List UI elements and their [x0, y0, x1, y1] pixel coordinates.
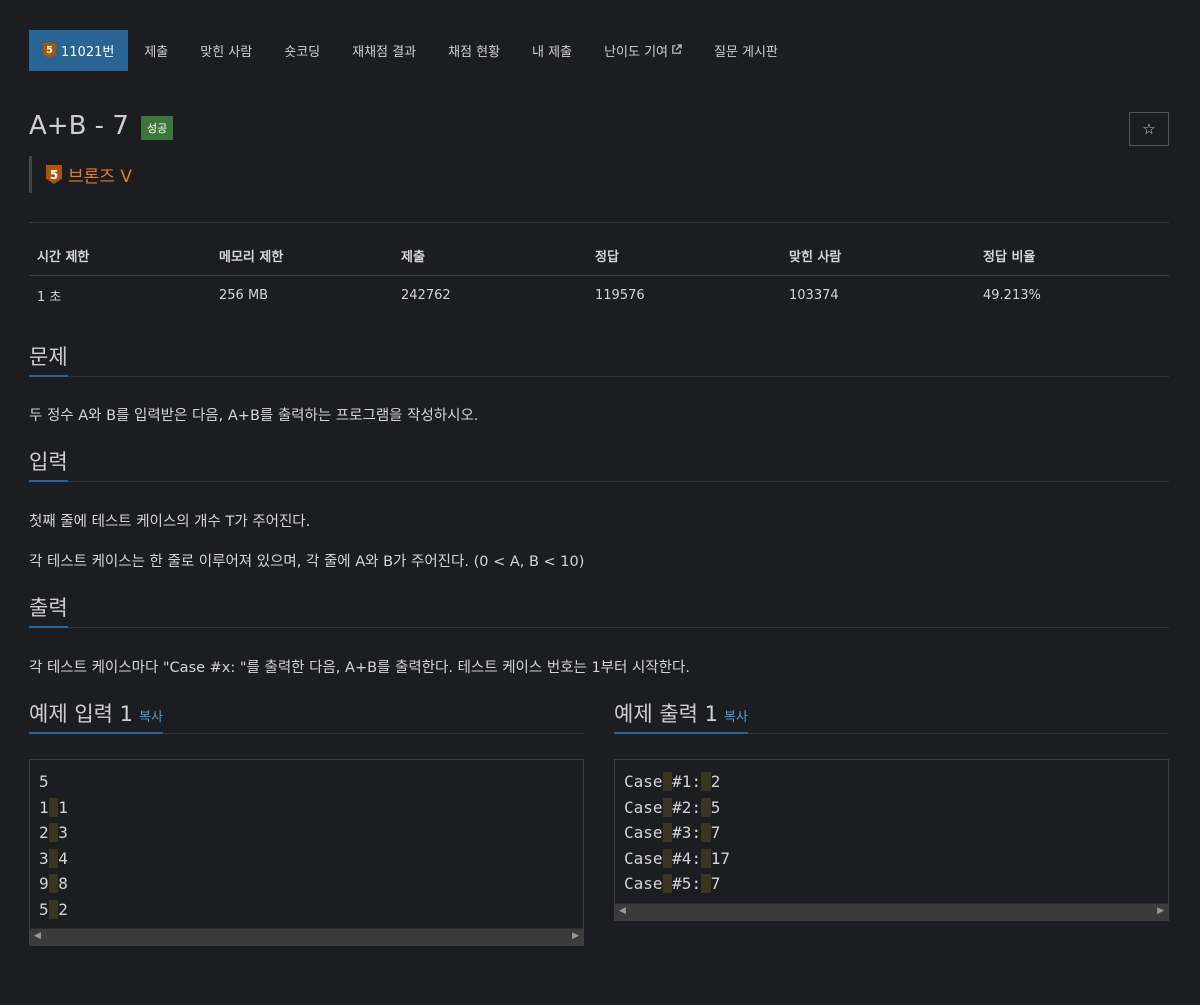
section-header: 입력 [29, 446, 1169, 482]
star-outline-icon: ☆ [1142, 120, 1156, 138]
input-text-2: 각 테스트 케이스는 한 줄로 이루어져 있으며, 각 줄에 A와 B가 주어진… [29, 554, 585, 570]
nav-my-submissions[interactable]: 내 제출 [516, 30, 588, 71]
input-section: 입력 첫째 줄에 테스트 케이스의 개수 T가 주어진다. 각 테스트 케이스는… [29, 446, 1169, 572]
problem-page: 5 11021번 제출 맞힌 사람 숏코딩 재채점 결과 채점 현황 내 제출 … [29, 30, 1169, 946]
nav-solved-users[interactable]: 맞힌 사람 [184, 30, 268, 71]
value-submissions: 242762 [401, 288, 451, 303]
sample-output-panel: 예제 출력 1 복사 Case #1: 2 Case #2: 5 Case #3:… [614, 698, 1169, 946]
scroll-right-icon[interactable]: ▶ [1157, 906, 1164, 916]
problem-menu: 5 11021번 제출 맞힌 사람 숏코딩 재채점 결과 채점 현황 내 제출 … [29, 30, 1169, 71]
tier-name[interactable]: 브론즈 V [68, 162, 132, 187]
nav-question-board[interactable]: 질문 게시판 [698, 30, 794, 71]
nav-short-coding[interactable]: 숏코딩 [268, 30, 336, 71]
section-title-sample-input: 예제 입력 1 복사 [29, 698, 163, 734]
status-badge: 성공 [140, 116, 174, 140]
samples-row: 예제 입력 1 복사 5 1 1 2 3 3 4 9 8 5 2 ◀ ▶ 예제 출… [29, 698, 1169, 946]
header-time-limit: 시간 제한 [29, 246, 211, 276]
scroll-left-icon[interactable]: ◀ [619, 906, 626, 916]
horizontal-scrollbar[interactable]: ◀ ▶ [615, 902, 1168, 920]
bronze-tier-icon: 5 [43, 42, 56, 59]
problem-title: A+B - 7 [29, 111, 129, 141]
header-solved-users: 맞힌 사람 [781, 246, 975, 276]
sample-input-title: 예제 입력 1 [29, 702, 133, 726]
input-text-1: 첫째 줄에 테스트 케이스의 개수 T가 주어진다. [29, 514, 311, 530]
nav-problem-number[interactable]: 5 11021번 [29, 30, 129, 71]
nav-submit[interactable]: 제출 [128, 30, 184, 71]
section-title-output: 출력 [29, 592, 68, 628]
value-correct-ratio: 49.213% [983, 288, 1041, 303]
section-title-problem: 문제 [29, 341, 68, 377]
copy-sample-input-button[interactable]: 복사 [139, 710, 163, 725]
favorite-button[interactable]: ☆ [1129, 112, 1169, 146]
title-row: A+B - 7 성공 ☆ [29, 111, 1169, 156]
horizontal-scrollbar[interactable]: ◀ ▶ [30, 928, 583, 945]
sample-output-box[interactable]: Case #1: 2 Case #2: 5 Case #3: 7 Case #4… [614, 759, 1169, 921]
sample-input-text: 5 1 1 2 3 3 4 9 8 5 2 [39, 772, 68, 919]
output-section: 출력 각 테스트 케이스마다 "Case #x: "를 출력한 다음, A+B를… [29, 592, 1169, 678]
scroll-right-icon[interactable]: ▶ [572, 931, 579, 941]
problem-info-table: 시간 제한 메모리 제한 제출 정답 맞힌 사람 정답 비율 1 초 256 M… [29, 246, 1169, 305]
nav-difficulty-label: 난이도 기여 [604, 45, 668, 60]
sample-input-panel: 예제 입력 1 복사 5 1 1 2 3 3 4 9 8 5 2 ◀ ▶ [29, 698, 584, 946]
tier-line: 5 브론즈 V [29, 156, 1169, 193]
section-header: 문제 [29, 341, 1169, 377]
output-text: 각 테스트 케이스마다 "Case #x: "를 출력한 다음, A+B를 출력… [29, 660, 690, 676]
sample-output-text: Case #1: 2 Case #2: 5 Case #3: 7 Case #4… [624, 772, 730, 893]
section-header: 예제 입력 1 복사 [29, 698, 584, 734]
table-header-row: 시간 제한 메모리 제한 제출 정답 맞힌 사람 정답 비율 [29, 246, 1169, 276]
table-row: 1 초 256 MB 242762 119576 103374 49.213% [29, 276, 1169, 305]
header-correct-ratio: 정답 비율 [975, 246, 1169, 276]
nav-rejudge-results[interactable]: 재채점 결과 [336, 30, 432, 71]
value-correct: 119576 [595, 288, 645, 303]
sample-output-title: 예제 출력 1 [614, 702, 718, 726]
problem-description: 두 정수 A와 B를 입력받은 다음, A+B를 출력하는 프로그램을 작성하시… [29, 406, 1169, 426]
copy-sample-output-button[interactable]: 복사 [724, 710, 748, 725]
nav-status[interactable]: 채점 현황 [432, 30, 516, 71]
header-correct: 정답 [587, 246, 781, 276]
section-title-sample-output: 예제 출력 1 복사 [614, 698, 748, 734]
scroll-left-icon[interactable]: ◀ [34, 931, 41, 941]
problem-text: 두 정수 A와 B를 입력받은 다음, A+B를 출력하는 프로그램을 작성하시… [29, 408, 479, 424]
sample-input-box[interactable]: 5 1 1 2 3 3 4 9 8 5 2 ◀ ▶ [29, 759, 584, 946]
external-link-icon [671, 43, 682, 58]
header-memory-limit: 메모리 제한 [211, 246, 393, 276]
divider [29, 222, 1169, 223]
value-solved-users: 103374 [789, 288, 839, 303]
value-memory-limit: 256 MB [219, 288, 269, 303]
section-header: 출력 [29, 592, 1169, 628]
input-description: 첫째 줄에 테스트 케이스의 개수 T가 주어진다. 각 테스트 케이스는 한 … [29, 512, 1169, 572]
section-title-input: 입력 [29, 446, 68, 482]
problem-number-label: 11021번 [61, 45, 115, 60]
section-header: 예제 출력 1 복사 [614, 698, 1169, 734]
bronze-tier-icon: 5 [46, 165, 62, 184]
header-submissions: 제출 [393, 246, 587, 276]
nav-difficulty-contribution[interactable]: 난이도 기여 [588, 30, 698, 71]
output-description: 각 테스트 케이스마다 "Case #x: "를 출력한 다음, A+B를 출력… [29, 658, 1169, 678]
problem-section: 문제 두 정수 A와 B를 입력받은 다음, A+B를 출력하는 프로그램을 작… [29, 341, 1169, 426]
value-time-limit: 1 초 [37, 290, 62, 305]
